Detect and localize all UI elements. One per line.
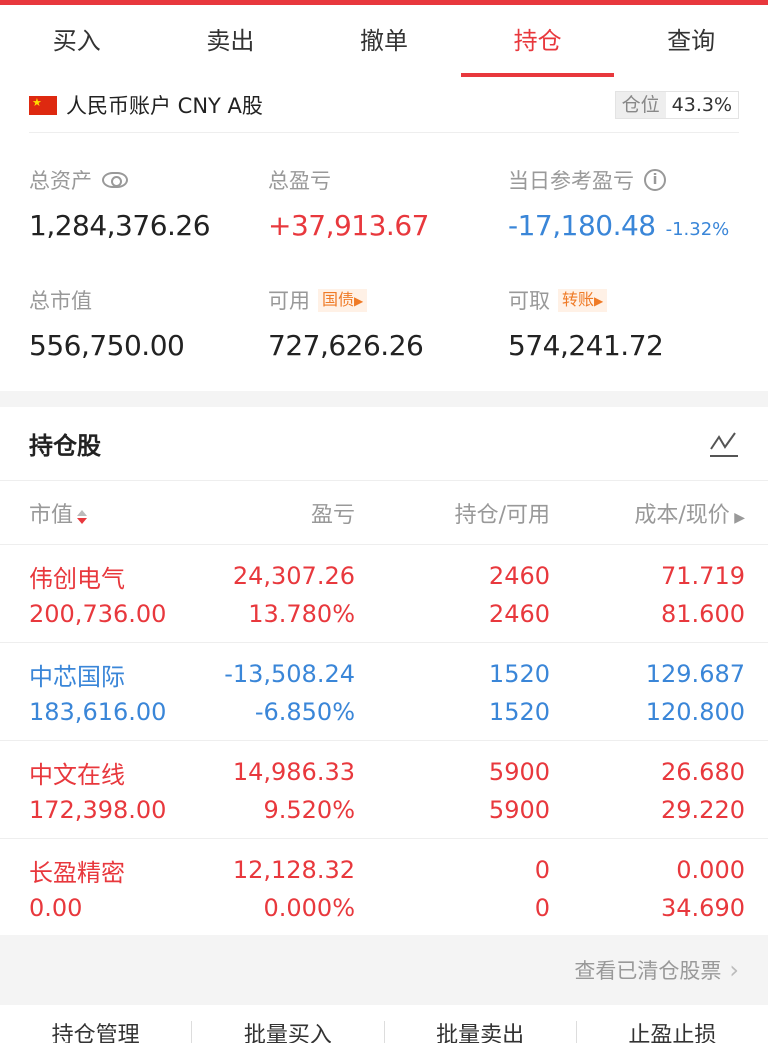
- stock-market-value: 172,398.00: [29, 796, 167, 824]
- available-block: 可用 国债▶ 727,626.26: [268, 285, 424, 362]
- holdings-list: 伟创电气 24,307.26 2460 71.719 200,736.00 13.780%…: [0, 545, 768, 935]
- position-ratio-label: 仓位: [615, 92, 666, 118]
- transfer-tag-button[interactable]: 转账▶: [558, 288, 608, 312]
- stock-position: 0: [534, 856, 550, 884]
- stock-pl-percent: 9.520%: [263, 796, 355, 824]
- stock-position: 2460: [488, 562, 550, 590]
- tab-buy[interactable]: 买入: [0, 5, 154, 77]
- sort-icon: [77, 509, 88, 524]
- total-assets-block: 总资产 1,284,376.26: [29, 165, 211, 242]
- stock-pl-percent: 0.000%: [263, 894, 355, 922]
- holdings-section: 持仓股 市值 盈亏 持仓/可用 成本/现价 ▶ 伟创电气 24,307.26 246…: [0, 407, 768, 935]
- chevron-right-icon: ›: [729, 956, 739, 984]
- account-name: 人民币账户 CNY A股: [66, 94, 263, 118]
- chevron-right-icon: ▶: [729, 509, 745, 526]
- stock-market-value: 183,616.00: [29, 698, 167, 726]
- col-market-value[interactable]: 市值: [29, 497, 209, 529]
- info-icon[interactable]: i: [644, 169, 666, 191]
- stock-market-value: 0.00: [29, 894, 83, 922]
- today-pl-percent: -1.32%: [665, 219, 730, 240]
- stock-pl: 24,307.26: [232, 562, 355, 590]
- today-pl-block: 当日参考盈亏 i -17,180.48 -1.32%: [508, 165, 729, 242]
- market-value-value: 556,750.00: [29, 329, 185, 362]
- stock-price: 120.800: [645, 698, 745, 726]
- position-ratio-badge: 仓位 43.3%: [614, 91, 739, 119]
- total-assets-value: 1,284,376.26: [29, 209, 211, 242]
- trend-chart-icon[interactable]: [709, 429, 739, 459]
- holding-row[interactable]: 中芯国际 -13,508.24 1520 129.687 183,616.00 -6.85…: [0, 643, 768, 741]
- tab-sell[interactable]: 卖出: [154, 5, 308, 77]
- triangle-right-icon: ▶: [594, 293, 604, 308]
- stock-price: 34.690: [661, 894, 745, 922]
- tab-query[interactable]: 查询: [614, 5, 768, 77]
- stock-position: 1520: [488, 660, 550, 688]
- col-position[interactable]: 持仓/可用: [355, 497, 550, 529]
- position-management-button[interactable]: 持仓管理: [0, 1021, 193, 1043]
- trade-tabs: 买入 卖出 撤单 持仓 查询: [0, 5, 768, 77]
- holding-row[interactable]: 伟创电气 24,307.26 2460 71.719 200,736.00 13.780%…: [0, 545, 768, 643]
- stock-name: 长盈精密: [29, 858, 125, 887]
- stop-profit-loss-button[interactable]: 止盈止损: [577, 1021, 768, 1043]
- market-value-block: 总市值 556,750.00: [29, 285, 185, 362]
- stock-pl: -13,508.24: [224, 660, 355, 688]
- stock-pl-percent: 13.780%: [248, 600, 355, 628]
- stock-pl: 14,986.33: [232, 758, 355, 786]
- tab-positions[interactable]: 持仓: [460, 5, 615, 77]
- holdings-title: 持仓股: [29, 432, 101, 460]
- cleared-stocks-label: 查看已清仓股票: [574, 959, 722, 983]
- withdrawable-block: 可取 转账▶ 574,241.72: [508, 285, 664, 362]
- bottom-toolbar: 持仓管理 批量买入 批量卖出 止盈止损: [0, 1005, 768, 1043]
- col-pl[interactable]: 盈亏: [209, 497, 355, 529]
- eye-icon[interactable]: [102, 172, 128, 188]
- stock-available: 1520: [488, 698, 550, 726]
- total-assets-label: 总资产: [29, 169, 92, 193]
- withdrawable-value: 574,241.72: [508, 329, 664, 362]
- stock-cost: 71.719: [661, 562, 745, 590]
- triangle-right-icon: ▶: [354, 293, 364, 308]
- available-label: 可用: [268, 289, 310, 313]
- stock-name: 中芯国际: [29, 662, 125, 691]
- stock-cost: 129.687: [645, 660, 745, 688]
- total-pl-label: 总盈亏: [268, 169, 331, 193]
- holdings-header: 持仓股: [0, 407, 768, 481]
- china-flag-icon: [29, 95, 57, 115]
- account-bar[interactable]: 人民币账户 CNY A股 仓位 43.3%: [0, 77, 768, 133]
- stock-position: 5900: [488, 758, 550, 786]
- market-value-label: 总市值: [29, 289, 92, 313]
- position-ratio-value: 43.3%: [671, 94, 732, 116]
- stock-cost: 26.680: [661, 758, 745, 786]
- stock-cost: 0.000: [676, 856, 745, 884]
- bond-tag-button[interactable]: 国债▶: [318, 288, 368, 312]
- today-pl-value: -17,180.48: [508, 209, 656, 242]
- batch-sell-button[interactable]: 批量卖出: [385, 1021, 577, 1043]
- batch-buy-button[interactable]: 批量买入: [192, 1021, 385, 1043]
- stock-available: 2460: [488, 600, 550, 628]
- stock-name: 伟创电气: [29, 564, 125, 593]
- cleared-stocks-link[interactable]: 查看已清仓股票 ›: [0, 935, 768, 1005]
- today-pl-label: 当日参考盈亏: [508, 169, 634, 193]
- stock-name: 中文在线: [29, 760, 125, 789]
- total-pl-block: 总盈亏 +37,913.67: [268, 165, 429, 242]
- tab-cancel[interactable]: 撤单: [307, 5, 461, 77]
- holdings-column-header: 市值 盈亏 持仓/可用 成本/现价 ▶: [0, 481, 768, 545]
- total-pl-value: +37,913.67: [268, 209, 429, 242]
- holding-row[interactable]: 长盈精密 12,128.32 0 0.000 0.00 0.000% 0 34.690: [0, 839, 768, 935]
- stock-pl: 12,128.32: [232, 856, 355, 884]
- stock-price: 81.600: [661, 600, 745, 628]
- asset-summary: 总资产 1,284,376.26 总盈亏 +37,913.67 当日参考盈亏 i …: [0, 133, 768, 391]
- stock-market-value: 200,736.00: [29, 600, 167, 628]
- available-value: 727,626.26: [268, 329, 424, 362]
- stock-available: 0: [534, 894, 550, 922]
- stock-pl-percent: -6.850%: [254, 698, 355, 726]
- stock-available: 5900: [488, 796, 550, 824]
- stock-price: 29.220: [661, 796, 745, 824]
- holding-row[interactable]: 中文在线 14,986.33 5900 26.680 172,398.00 9.520% 5…: [0, 741, 768, 839]
- col-cost-price[interactable]: 成本/现价 ▶: [550, 497, 745, 529]
- withdrawable-label: 可取: [508, 289, 550, 313]
